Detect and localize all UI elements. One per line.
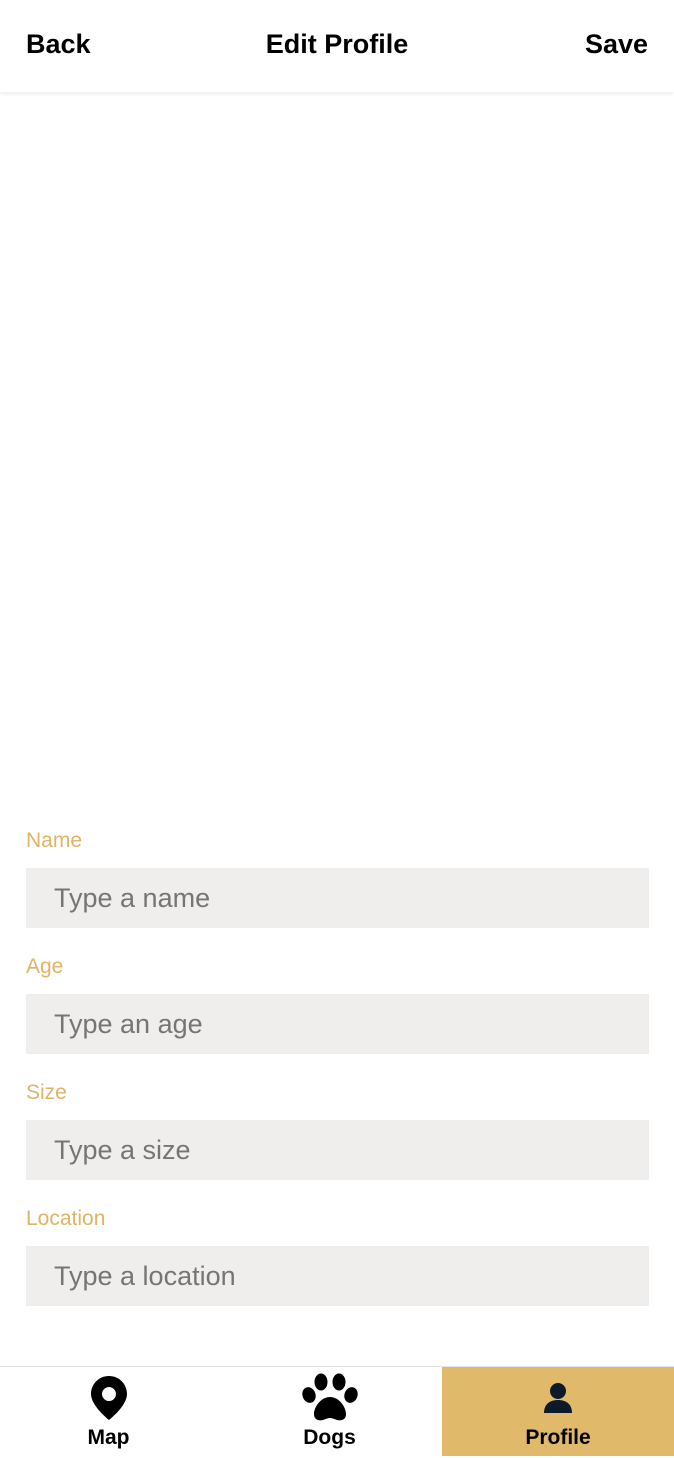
tab-profile-label: Profile bbox=[525, 1426, 591, 1449]
save-button[interactable]: Save bbox=[585, 28, 648, 60]
location-input[interactable] bbox=[26, 1246, 649, 1306]
age-label: Age bbox=[26, 955, 64, 978]
location-label: Location bbox=[26, 1207, 106, 1230]
size-label: Size bbox=[26, 1081, 67, 1104]
age-field-group: Age bbox=[26, 952, 649, 1054]
profile-form: Name Age Size Location bbox=[26, 826, 649, 1330]
page-title: Edit Profile bbox=[265, 29, 409, 59]
size-input[interactable] bbox=[26, 1120, 649, 1180]
tab-dogs[interactable]: Dogs bbox=[217, 1367, 442, 1458]
name-label: Name bbox=[26, 829, 83, 852]
age-input[interactable] bbox=[26, 994, 649, 1054]
tab-map-label: Map bbox=[87, 1426, 130, 1449]
name-field-group: Name bbox=[26, 826, 649, 928]
paw-icon bbox=[301, 1373, 359, 1423]
size-field-group: Size bbox=[26, 1078, 649, 1180]
tab-map[interactable]: Map bbox=[0, 1367, 217, 1458]
name-input[interactable] bbox=[26, 868, 649, 928]
tab-profile[interactable]: Profile bbox=[442, 1367, 674, 1456]
map-pin-icon bbox=[90, 1373, 128, 1423]
person-icon bbox=[542, 1373, 574, 1423]
tab-dogs-label: Dogs bbox=[303, 1426, 356, 1449]
bottom-tab-bar: Map Dogs Profile bbox=[0, 1366, 674, 1458]
top-navigation-bar: Back Edit Profile Save bbox=[0, 0, 674, 92]
location-field-group: Location bbox=[26, 1204, 649, 1306]
